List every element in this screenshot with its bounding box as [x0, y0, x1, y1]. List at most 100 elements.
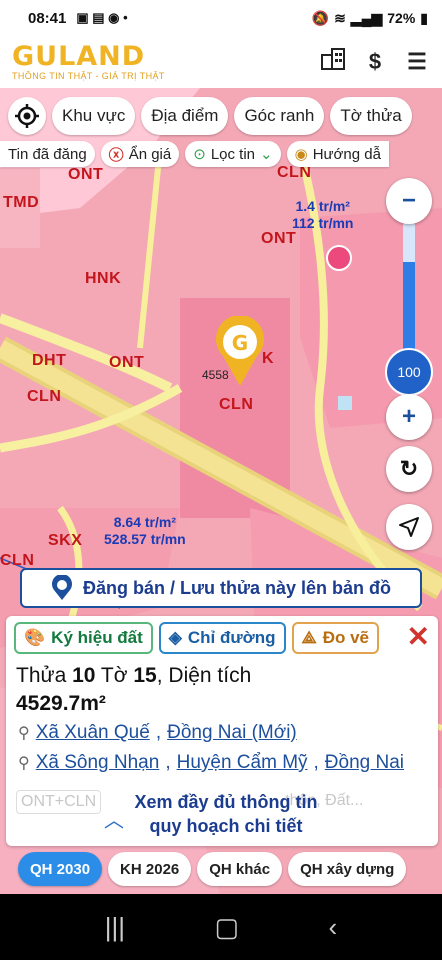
location-pin-icon: ⚲ — [18, 755, 30, 772]
address-new: ⚲ Xã Xuân Quế, Đồng Nai (Mới) — [18, 722, 297, 744]
back-icon[interactable]: ‹ — [329, 912, 338, 943]
sheet-prefix: Tờ — [100, 664, 128, 687]
hide-price-chip[interactable]: ⓧ Ẩn giá — [100, 141, 180, 167]
sheet-number: 15 — [133, 664, 157, 687]
zoom-level-knob[interactable]: 100 — [385, 348, 433, 396]
zone-label: DHT — [32, 352, 67, 369]
place-button[interactable]: Địa điểm — [141, 97, 229, 135]
zone-label: ONT — [261, 230, 297, 247]
parcel-info-card: 🎨 Ký hiệu đất ◈ Chỉ đường ⟁ Đo vẽ ✕ Thửa… — [6, 616, 438, 846]
parcel-number: 10 — [72, 664, 96, 687]
address-commune-link[interactable]: Xã Sông Nhạn — [36, 752, 160, 774]
status-bar: 08:41 ▣ ▤ ◉ • 🔕 ≋ ▂▄▆ 72% ▮ — [0, 0, 442, 36]
view-full-info-button[interactable]: Xem đầy đủ thông tin quy hoạch chi tiết — [96, 790, 356, 838]
logo[interactable]: GULAND THÔNG TIN THẬT - GIÁ TRỊ THẬT — [12, 43, 165, 81]
address-commune-link[interactable]: Xã Xuân Quế — [36, 722, 150, 744]
tab-qh-other[interactable]: QH khác — [197, 852, 283, 886]
parcel-title: Thửa 10 Tờ 15, Diện tích — [16, 664, 251, 688]
guide-chip[interactable]: ◉ Hướng dẫ — [286, 141, 389, 167]
guide-label: Hướng dẫ — [312, 145, 381, 163]
address-district-link[interactable]: Huyện Cẩm Mỹ — [177, 752, 308, 774]
directions-icon: ◈ — [168, 628, 182, 647]
system-nav-bar: ||| ▢ ‹ — [0, 894, 442, 960]
zone-label: CLN — [27, 388, 62, 405]
notification-icons: ▣ ▤ ◉ • — [76, 10, 128, 25]
measure-icon: ⟁ — [301, 628, 317, 647]
tab-qh-construction[interactable]: QH xây dựng — [288, 852, 407, 886]
filter-label: Lọc tin — [210, 145, 256, 163]
tab-kh-2026[interactable]: KH 2026 — [108, 852, 192, 886]
close-circle-icon: ⓧ — [108, 146, 124, 164]
area-label: , Diện tích — [156, 664, 252, 687]
marker-label: 4558 — [202, 368, 229, 382]
filter-chip[interactable]: ⊙ Lọc tin ⌄ — [185, 141, 281, 167]
address-old: ⚲ Xã Sông Nhạn, Huyện Cẩm Mỹ, Đồng Nai — [18, 752, 405, 774]
svg-text:G: G — [232, 331, 248, 355]
measure-label: Đo vẽ — [322, 628, 369, 647]
parcel-sheet-button[interactable]: Tờ thửa — [330, 97, 412, 135]
pin-icon: ⊙ — [193, 146, 206, 163]
recent-apps-icon[interactable]: ||| — [105, 912, 125, 943]
zoom-in-button[interactable]: + — [386, 394, 432, 440]
menu-icon[interactable]: ☰ — [404, 49, 430, 75]
refresh-icon: ↻ — [399, 456, 419, 481]
chevron-up-icon: ︿ — [104, 810, 124, 832]
filter-toolbar: Tin đã đăng ⓧ Ẩn giá ⊙ Lọc tin ⌄ ◉ Hướng… — [0, 141, 442, 167]
area-button[interactable]: Khu vực — [52, 97, 136, 135]
logo-text: GULAND — [12, 41, 146, 72]
navigation-arrow-icon — [399, 517, 419, 537]
zone-label: TMD — [3, 194, 40, 211]
search-toolbar: Khu vực Địa điểm Góc ranh Tờ thửa — [0, 94, 442, 138]
price-label-top: 1.4 tr/m² 112 tr/mn — [292, 198, 353, 232]
guide-icon: ◉ — [294, 146, 308, 163]
zoom-out-button[interactable]: − — [386, 178, 432, 224]
post-listing-button[interactable]: Đăng bán / Lưu thửa này lên bản đồ — [20, 568, 422, 608]
status-time: 08:41 — [28, 9, 67, 27]
battery-text: 72% — [387, 10, 416, 26]
dollar-icon[interactable]: $ — [362, 49, 388, 75]
palette-icon: 🎨 — [24, 628, 46, 647]
zone-label: ONT — [109, 354, 145, 371]
battery-icon: ▮ — [420, 9, 428, 26]
location-pin-icon: ⚲ — [18, 725, 30, 742]
map-pin-icon — [52, 575, 72, 600]
zone-label: SKX — [48, 532, 83, 549]
parcel-prefix: Thửa — [16, 664, 67, 687]
parcel-area: 4529.7m² — [16, 692, 106, 715]
navigate-button[interactable] — [386, 504, 432, 550]
signal-icon: ▂▄▆ — [350, 9, 383, 26]
hide-price-label: Ẩn giá — [128, 145, 172, 163]
more-info-line1: Xem đầy đủ thông tin — [134, 792, 318, 812]
close-icon[interactable]: ✕ — [407, 622, 430, 652]
locate-button[interactable] — [8, 97, 46, 135]
measure-button[interactable]: ⟁ Đo vẽ — [291, 622, 379, 654]
crosshair-icon — [15, 104, 39, 128]
chevron-down-icon: ⌄ — [260, 146, 273, 163]
price-total: 112 tr/mn — [292, 215, 354, 231]
corner-button[interactable]: Góc ranh — [234, 97, 325, 135]
posted-chip[interactable]: Tin đã đăng — [0, 141, 95, 167]
home-icon[interactable]: ▢ — [214, 912, 239, 943]
price-per-m2: 1.4 tr/m² — [295, 198, 350, 214]
land-type-tag: ONT+CLN — [16, 790, 102, 814]
price-total: 528.57 tr/mn — [104, 531, 186, 547]
app-header: GULAND THÔNG TIN THẬT - GIÁ TRỊ THẬT $ ☰ — [0, 36, 442, 88]
wifi-icon: ≋ — [334, 9, 346, 26]
more-info-line2: quy hoạch chi tiết — [149, 816, 303, 836]
post-listing-label: Đăng bán / Lưu thửa này lên bản đồ — [82, 577, 392, 598]
land-symbol-button[interactable]: 🎨 Ký hiệu đất — [14, 622, 153, 654]
building-icon[interactable] — [320, 47, 346, 77]
price-per-m2: 8.64 tr/m² — [113, 514, 176, 530]
address-province-link[interactable]: Đồng Nai — [325, 752, 404, 774]
land-symbol-label: Ký hiệu đất — [51, 628, 143, 647]
directions-label: Chỉ đường — [187, 628, 276, 647]
directions-button[interactable]: ◈ Chỉ đường — [158, 622, 286, 654]
refresh-button[interactable]: ↻ — [386, 446, 432, 492]
zone-label: ONT — [68, 166, 104, 183]
zone-label: CLN — [219, 396, 254, 413]
price-label-bottom: 8.64 tr/m² 528.57 tr/mn — [104, 514, 186, 548]
tab-qh-2030[interactable]: QH 2030 — [18, 852, 103, 886]
mute-icon: 🔕 — [311, 9, 330, 26]
address-province-link[interactable]: Đồng Nai (Mới) — [167, 722, 297, 744]
plan-tabs: QH 2030 KH 2026 QH khác QH xây dựng — [0, 852, 442, 886]
